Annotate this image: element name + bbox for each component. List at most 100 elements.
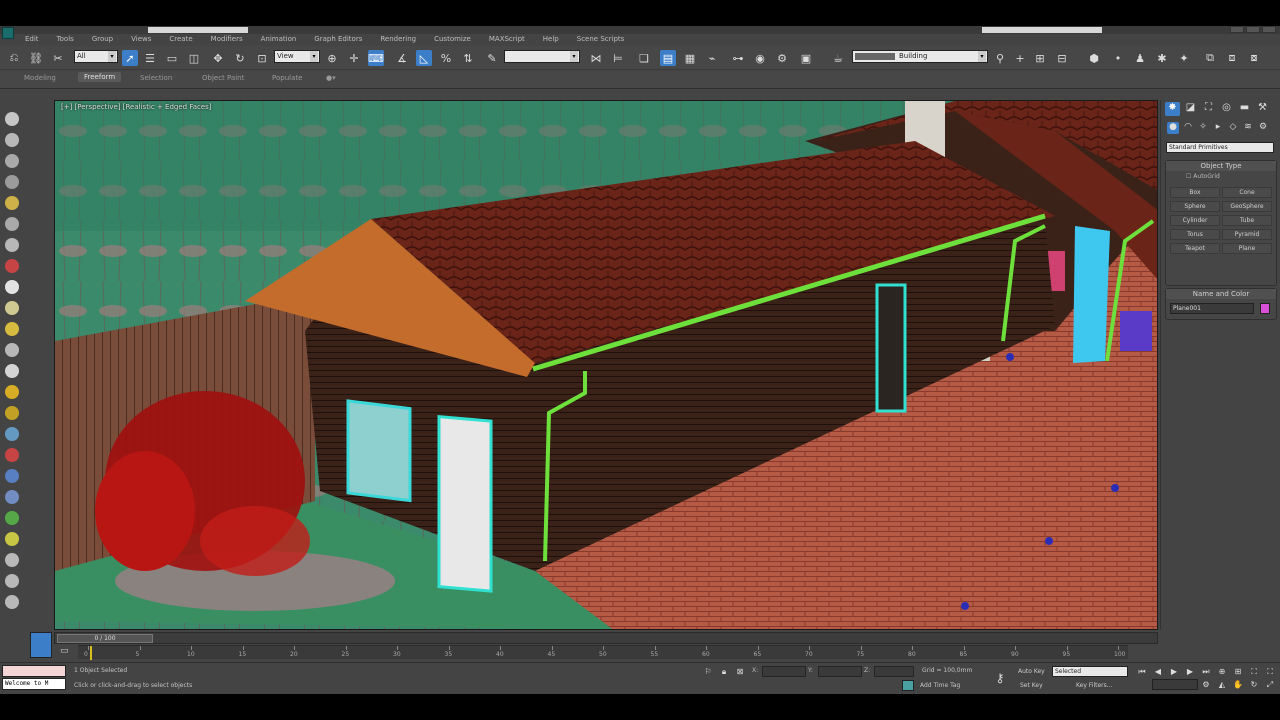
menu-item-scene-scripts[interactable]: Scene Scripts — [568, 34, 634, 44]
absolute-mode-icon[interactable]: ⊠ — [734, 666, 746, 677]
object-name-field[interactable]: Plane001 — [1170, 303, 1254, 314]
left-tool-icon[interactable] — [5, 490, 19, 504]
menu-item-tools[interactable]: Tools — [48, 34, 83, 44]
mirror-icon[interactable]: ⋈ — [588, 50, 604, 66]
orbit-icon[interactable]: ↻ — [1248, 679, 1260, 690]
ribbon-tab-modeling[interactable]: Modeling — [24, 74, 56, 82]
maxscript-input[interactable]: Welcome to M — [2, 678, 66, 690]
rectangular-selection-icon[interactable]: ▭ — [164, 50, 180, 66]
menu-item-maxscript[interactable]: MAXScript — [480, 34, 534, 44]
left-tool-icon[interactable] — [5, 532, 19, 546]
display-tab-icon[interactable]: ▬ — [1237, 102, 1252, 116]
key-mode-dropdown[interactable]: Selected — [1052, 666, 1128, 677]
track-bar[interactable]: 0 5 10 15 20 25 30 35 40 45 50 55 60 65 70 75 80 85 90 95 10… — [78, 645, 1128, 660]
menu-item-views[interactable]: Views — [122, 34, 160, 44]
create-pyramid-button[interactable]: Pyramid — [1222, 229, 1272, 240]
menu-item-group[interactable]: Group — [83, 34, 122, 44]
left-tool-icon[interactable] — [5, 217, 19, 231]
snaps-toggle-icon[interactable]: ∡ — [394, 50, 410, 66]
create-cone-button[interactable]: Cone — [1222, 187, 1272, 198]
select-and-move-icon[interactable]: ✥ — [210, 50, 226, 66]
left-tool-icon[interactable] — [5, 280, 19, 294]
menu-item-help[interactable]: Help — [534, 34, 568, 44]
spacewarps-icon[interactable]: ≋ — [1242, 122, 1254, 134]
workspace-icon[interactable]: ⧉ — [1202, 50, 1218, 66]
left-tool-icon[interactable] — [5, 175, 19, 189]
next-frame-icon[interactable]: ▶ — [1184, 666, 1196, 677]
create-tab-icon[interactable]: ✸ — [1165, 102, 1180, 116]
cameras-icon[interactable]: ▸ — [1212, 122, 1224, 134]
utilities-tab-icon[interactable]: ⚒ — [1255, 102, 1270, 116]
x-coordinate-field[interactable] — [762, 666, 806, 677]
create-tube-button[interactable]: Tube — [1222, 215, 1272, 226]
isolate-icon[interactable]: ⚐ — [702, 666, 714, 677]
select-by-name-icon[interactable]: ☰ — [142, 50, 158, 66]
create-plane-button[interactable]: Plane — [1222, 243, 1272, 254]
angle-snap-icon[interactable]: ◺ — [416, 50, 432, 66]
ribbon-tab-populate[interactable]: Populate — [272, 74, 302, 82]
named-selection-dropdown[interactable]: ▾ — [504, 50, 580, 63]
left-tool-icon[interactable] — [5, 364, 19, 378]
maximize-button[interactable] — [1246, 26, 1260, 33]
left-tool-icon[interactable] — [5, 112, 19, 126]
auto-key-button[interactable]: Auto Key — [1018, 666, 1045, 677]
reference-coord-dropdown[interactable]: View ▾ — [274, 50, 320, 63]
name-color-title[interactable]: Name and Color — [1166, 289, 1276, 299]
menu-item-modifiers[interactable]: Modifiers — [202, 34, 252, 44]
menu-item-graph-editors[interactable]: Graph Editors — [305, 34, 371, 44]
minimize-button[interactable] — [1230, 26, 1244, 33]
select-and-rotate-icon[interactable]: ↻ — [232, 50, 248, 66]
left-tool-icon[interactable] — [5, 469, 19, 483]
layer-manager-icon[interactable]: ❏ — [636, 50, 652, 66]
left-tool-icon[interactable] — [5, 259, 19, 273]
time-slider[interactable]: 0 / 100 — [54, 632, 1158, 644]
ribbon-tab-freeform[interactable]: Freeform — [78, 72, 122, 82]
pivot-center-icon[interactable]: ⊕ — [324, 50, 340, 66]
set-key-button[interactable]: Set Key — [1020, 680, 1043, 691]
scene-explorer-icon[interactable]: ▤ — [660, 50, 676, 66]
perspective-viewport[interactable]: [+] [Perspective] [Realistic + Edged Fac… — [54, 100, 1158, 630]
schematic-view-icon[interactable]: ⊶ — [730, 50, 746, 66]
primitive-category-dropdown[interactable]: Standard Primitives — [1166, 142, 1274, 153]
menu-item-animation[interactable]: Animation — [252, 34, 306, 44]
left-tool-icon[interactable] — [5, 154, 19, 168]
shirt-icon[interactable]: ♟ — [1132, 50, 1148, 66]
add-to-layer-icon[interactable]: ⊞ — [1032, 50, 1048, 66]
left-tool-icon[interactable] — [5, 322, 19, 336]
select-in-layer-icon[interactable]: ⊟ — [1054, 50, 1070, 66]
container-icon[interactable]: ⬢ — [1086, 50, 1102, 66]
render-setup-icon[interactable]: ⚙ — [774, 50, 790, 66]
left-tool-icon[interactable] — [5, 574, 19, 588]
crowd-icon[interactable]: ✱ — [1154, 50, 1170, 66]
menu-item-edit[interactable]: Edit — [16, 34, 48, 44]
ribbon-tab-selection[interactable]: Selection — [140, 74, 172, 82]
left-tool-icon[interactable] — [5, 385, 19, 399]
link-icon[interactable]: ⛓ — [28, 50, 44, 66]
z-coordinate-field[interactable] — [874, 666, 914, 677]
window-crossing-icon[interactable]: ◫ — [186, 50, 202, 66]
zoom-icon[interactable]: ⊕ — [1216, 666, 1228, 677]
zoom-extents-all-icon[interactable]: ⛶ — [1264, 666, 1276, 677]
curve-editor-icon[interactable]: ⌁ — [704, 50, 720, 66]
lights-icon[interactable]: ✧ — [1197, 122, 1209, 134]
left-tool-icon[interactable] — [5, 301, 19, 315]
left-tool-icon[interactable] — [5, 133, 19, 147]
left-tool-icon[interactable] — [5, 196, 19, 210]
prev-frame-icon[interactable]: ◀ — [1152, 666, 1164, 677]
y-coordinate-field[interactable] — [818, 666, 862, 677]
selection-filter-dropdown[interactable]: All ▾ — [74, 50, 118, 63]
add-time-tag[interactable]: Add Time Tag — [920, 682, 960, 689]
select-manipulate-icon[interactable]: ✛ — [346, 50, 362, 66]
play-icon[interactable]: ▶ — [1168, 666, 1180, 677]
percent-snap-icon[interactable]: % — [438, 50, 454, 66]
menu-item-customize[interactable]: Customize — [425, 34, 480, 44]
left-tool-icon[interactable] — [5, 238, 19, 252]
create-teapot-button[interactable]: Teapot — [1170, 243, 1220, 254]
object-color-swatch[interactable] — [1260, 303, 1270, 314]
select-object-icon[interactable]: ➚ — [122, 50, 138, 66]
ribbon-tab-object-paint[interactable]: Object Paint — [202, 74, 244, 82]
selection-lock-icon[interactable]: 🔒︎ — [718, 666, 730, 677]
object-type-title[interactable]: Object Type — [1166, 161, 1276, 171]
autogrid-checkbox[interactable]: ☐ AutoGrid — [1186, 173, 1220, 180]
helpers-icon[interactable]: ◇ — [1227, 122, 1239, 134]
